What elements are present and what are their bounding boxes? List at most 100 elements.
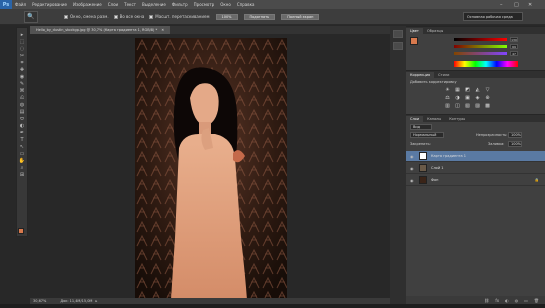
adjustment-icon[interactable]: ◩ xyxy=(464,87,471,93)
tab-layers-1[interactable]: Каналы xyxy=(423,116,445,122)
tab-styles[interactable]: Стили xyxy=(434,72,453,78)
layers-footer-icon[interactable]: ▭ xyxy=(524,298,528,303)
green-slider[interactable] xyxy=(454,45,507,48)
document-image[interactable] xyxy=(135,38,287,300)
checkbox-box[interactable] xyxy=(64,14,68,19)
menu-item[interactable]: Текст xyxy=(121,0,139,9)
layers-footer-icon[interactable]: fx xyxy=(495,298,499,303)
menu-item[interactable]: Изображение xyxy=(70,0,105,9)
tab-layers-2[interactable]: Контуры xyxy=(445,116,469,122)
adjustment-icon[interactable]: ◫ xyxy=(454,103,461,109)
layer-row[interactable]: ◉ Фон 🔒 xyxy=(406,175,545,186)
zoom-tool-icon[interactable]: 🔍 xyxy=(24,10,38,23)
adjustment-icon[interactable]: ▧ xyxy=(464,103,471,109)
adjustment-icon[interactable]: ⊕ xyxy=(484,95,491,101)
tool-icon[interactable]: ▤ xyxy=(17,108,27,115)
blend-mode-select[interactable]: Нормальный xyxy=(410,132,444,138)
adjustment-icon[interactable]: ▨ xyxy=(474,103,481,109)
tool-icon[interactable]: ▭ xyxy=(17,150,27,157)
tool-icon[interactable]: ✚ xyxy=(17,66,27,73)
fill-input[interactable]: 100% xyxy=(508,141,522,147)
adjustment-icon[interactable]: ▣ xyxy=(464,95,471,101)
tool-icon[interactable]: ✎ xyxy=(17,80,27,87)
tab-adjustments[interactable]: Коррекция xyxy=(406,72,435,78)
menu-item[interactable]: Справка xyxy=(234,0,258,9)
tool-icon[interactable]: ⊞ xyxy=(17,171,27,178)
menu-item[interactable]: Файл xyxy=(12,0,29,9)
adjustment-icon[interactable]: ▩ xyxy=(484,103,491,109)
maximize-button[interactable]: □ xyxy=(514,0,519,9)
zoom-level[interactable]: 30,67% xyxy=(33,299,46,303)
tool-icon[interactable]: ◐ xyxy=(17,122,27,129)
tool-icon[interactable]: ▸ xyxy=(17,31,27,38)
foreground-color-swatch[interactable] xyxy=(18,228,24,234)
menu-item[interactable]: Просмотр xyxy=(191,0,218,9)
visibility-eye-icon[interactable]: ◉ xyxy=(410,154,416,159)
layers-footer-icon[interactable]: ⛓ xyxy=(484,298,489,303)
adjustment-icon[interactable]: ▦ xyxy=(454,87,461,93)
tool-icon[interactable]: ↖ xyxy=(17,143,27,150)
close-button[interactable]: ✕ xyxy=(528,0,532,9)
workspace-select[interactable]: Основная рабочая среда xyxy=(463,12,523,21)
menu-item[interactable]: Слои xyxy=(105,0,121,9)
visibility-eye-icon[interactable]: ◉ xyxy=(410,166,416,171)
lock-label: Закрепить: xyxy=(410,142,431,146)
menu-item[interactable]: Фильтр xyxy=(169,0,191,9)
tool-icon[interactable]: ⬚ xyxy=(17,38,27,45)
tab-layers-0[interactable]: Слои xyxy=(406,116,424,122)
layer-row[interactable]: ◉ Карта градиента 1 xyxy=(406,151,545,162)
fill-screen-button[interactable]: Полный экран xyxy=(281,13,320,20)
tab-swatches[interactable]: Образцы xyxy=(423,28,447,34)
layer-row[interactable]: ◉ Слой 1 xyxy=(406,163,545,174)
spectrum-bar[interactable] xyxy=(454,61,518,67)
red-slider[interactable] xyxy=(454,38,507,41)
menu-item[interactable]: Редактирование xyxy=(29,0,70,9)
adjustment-icon[interactable]: ◑ xyxy=(454,95,461,101)
tool-icon[interactable]: ◌ xyxy=(17,45,27,52)
opacity-input[interactable]: 100% xyxy=(508,132,522,138)
green-value[interactable]: 69 xyxy=(510,44,518,49)
kind-filter-select[interactable]: Вид xyxy=(410,124,432,130)
resize-windows-checkbox[interactable]: Окно, смена разм. xyxy=(64,14,109,19)
tool-icon[interactable]: T xyxy=(17,136,27,143)
tool-icon[interactable]: ⌘ xyxy=(17,87,27,94)
scrubby-zoom-checkbox[interactable]: Масшт. перетаскиванием xyxy=(149,14,210,19)
minimize-button[interactable]: – xyxy=(500,0,503,9)
status-arrow-icon[interactable]: ▸ xyxy=(95,299,97,303)
close-tab-icon[interactable]: ✕ xyxy=(161,28,164,32)
visibility-eye-icon[interactable]: ◉ xyxy=(410,178,416,183)
document-tab[interactable]: Hello_by_dustin_stockgp.jpg @ 30,7% (Кар… xyxy=(30,26,171,34)
tool-icon[interactable]: ⌗ xyxy=(17,59,27,66)
color-panel-foreground[interactable] xyxy=(410,37,418,45)
tool-icon[interactable]: ◉ xyxy=(17,73,27,80)
tool-icon[interactable]: ⬭ xyxy=(17,115,27,122)
tool-icon[interactable]: ⎌ xyxy=(17,94,27,101)
checkbox-box[interactable] xyxy=(149,14,154,19)
tool-icon[interactable]: ⌕ xyxy=(17,164,27,171)
adjustment-icon[interactable]: ◈ xyxy=(474,95,481,101)
tool-icon[interactable]: ✒ xyxy=(17,129,27,136)
layers-footer-icon[interactable]: 🗑 xyxy=(534,298,539,303)
history-panel-icon[interactable] xyxy=(393,30,403,38)
adjustment-icon[interactable]: ⚖ xyxy=(444,95,451,101)
properties-panel-icon[interactable] xyxy=(393,42,403,50)
layers-footer-icon[interactable]: ◐ xyxy=(505,298,509,303)
actual-pixels-button[interactable]: 100% xyxy=(215,13,238,20)
adjustment-icon[interactable]: ◭ xyxy=(474,87,481,93)
menu-item[interactable]: Выделение xyxy=(139,0,169,9)
fit-screen-button[interactable]: Подогнать xyxy=(243,13,276,20)
blue-value[interactable]: 47 xyxy=(510,51,518,56)
adjustment-icon[interactable]: ▽ xyxy=(484,87,491,93)
all-windows-checkbox[interactable]: Во все окна xyxy=(113,14,144,19)
adjustment-icon[interactable]: ☀ xyxy=(444,87,451,93)
checkbox-box[interactable] xyxy=(113,14,118,19)
layers-footer-icon[interactable]: ◍ xyxy=(515,298,519,303)
menu-item[interactable]: Окно xyxy=(217,0,234,9)
red-value[interactable]: 130 xyxy=(510,37,518,42)
tool-icon[interactable]: ✋ xyxy=(17,157,27,164)
adjustment-icon[interactable]: ▥ xyxy=(444,103,451,109)
tool-icon[interactable]: ◍ xyxy=(17,101,27,108)
tool-icon[interactable]: ✂ xyxy=(17,52,27,59)
blue-slider[interactable] xyxy=(454,52,507,55)
tab-color[interactable]: Цвет xyxy=(406,28,423,34)
